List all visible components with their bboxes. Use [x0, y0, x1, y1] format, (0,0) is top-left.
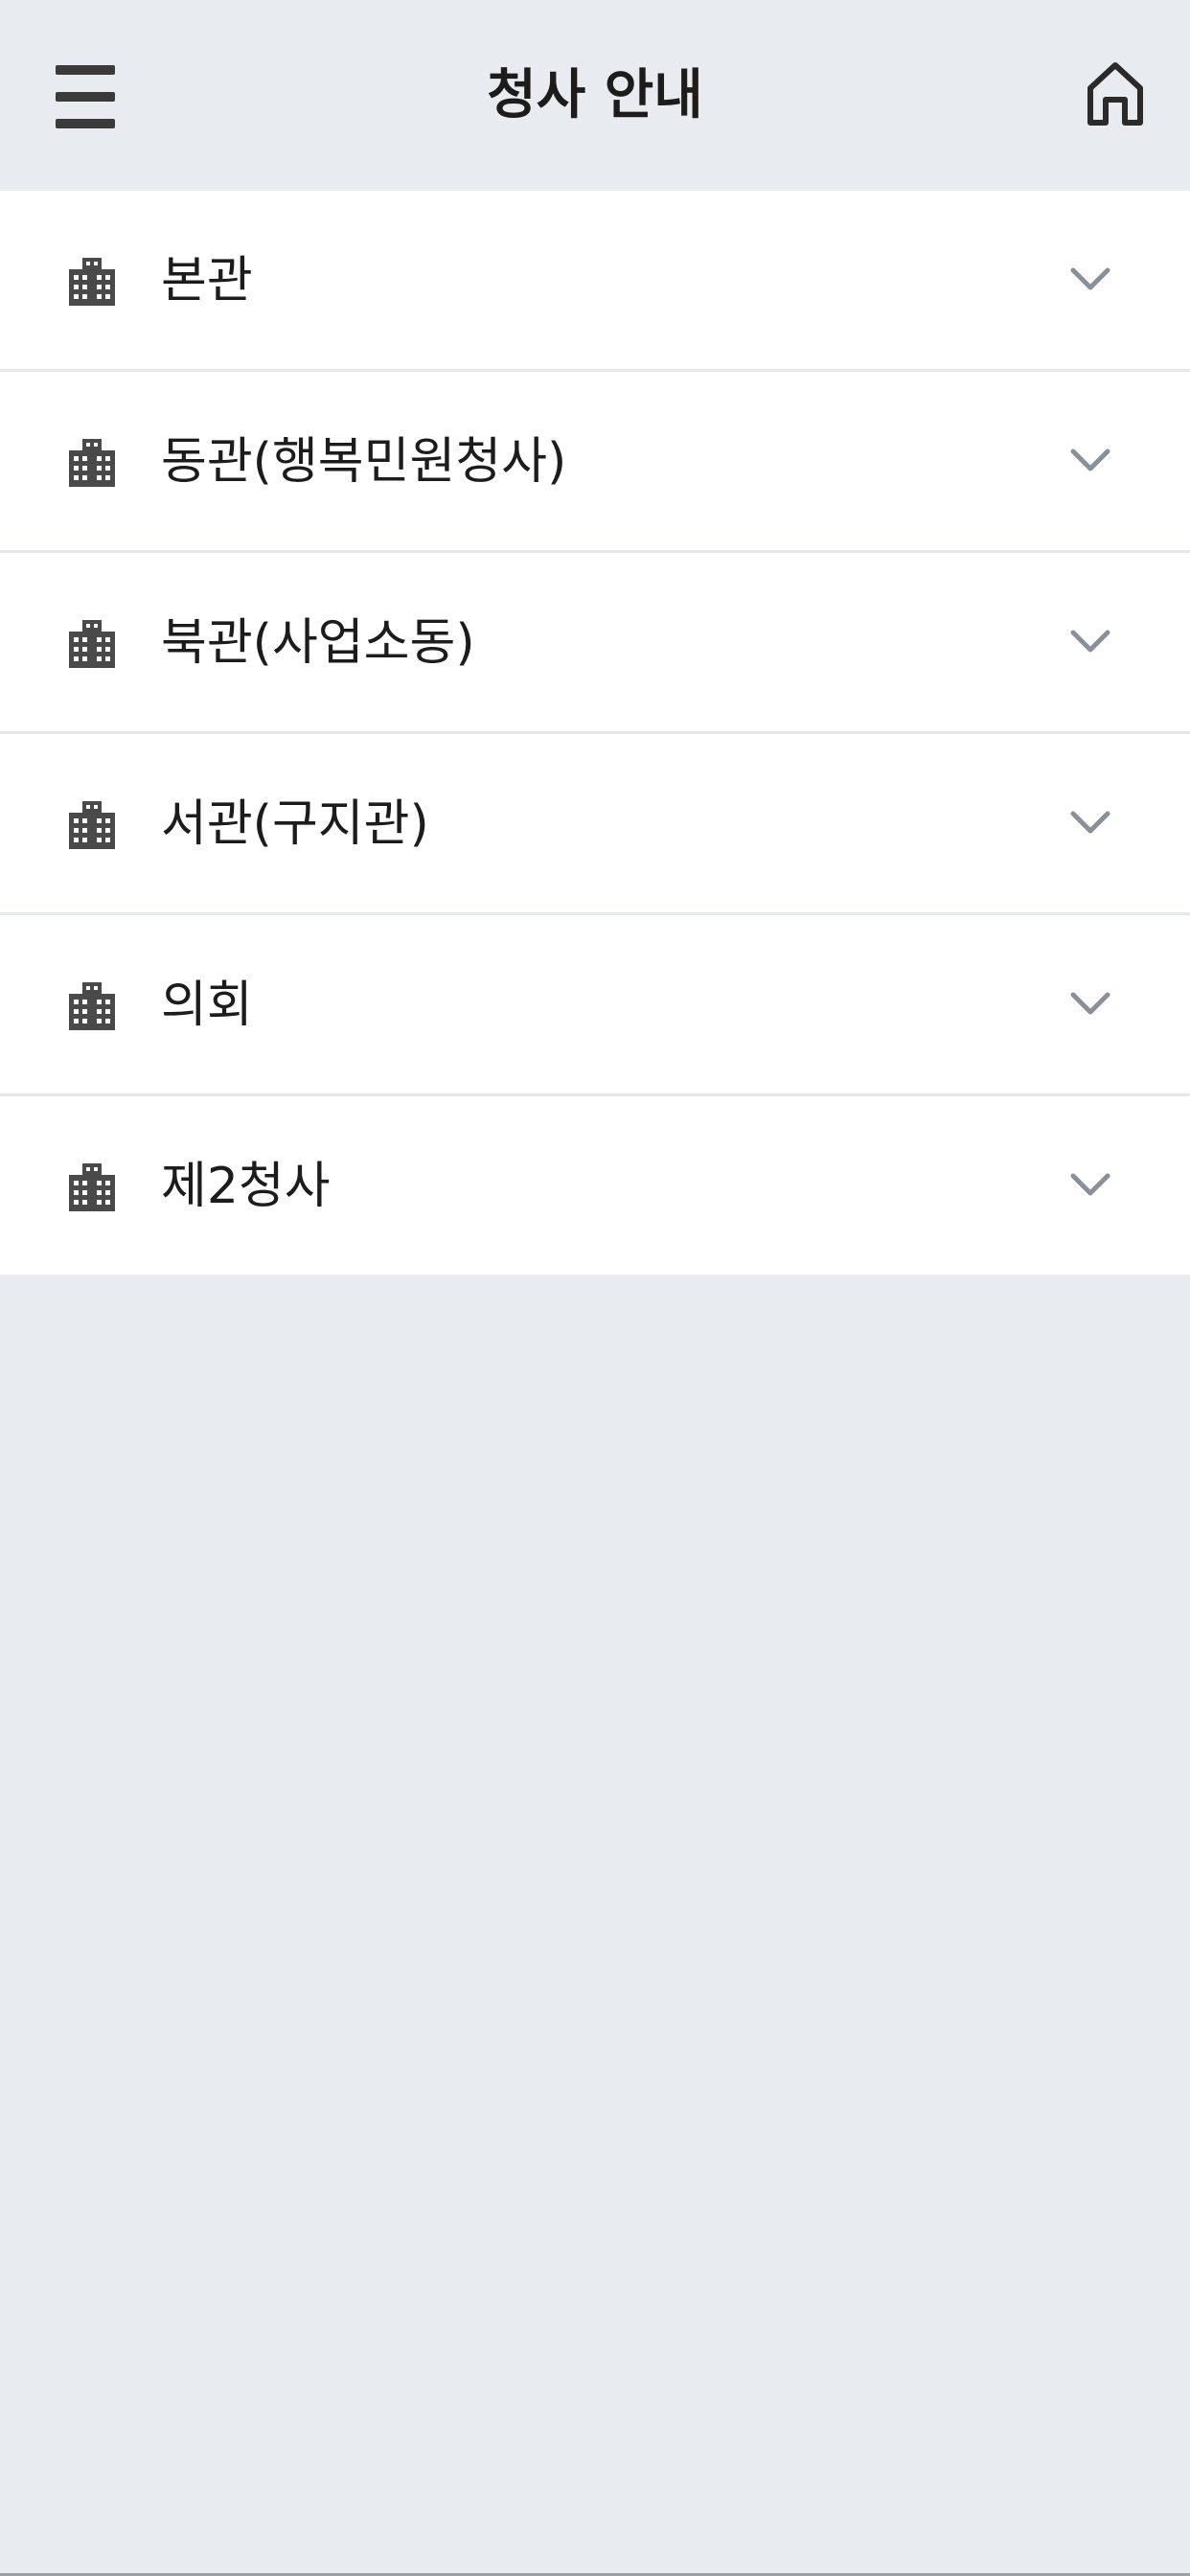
- building-label: 의회: [161, 977, 253, 1034]
- building-item-north[interactable]: 북관(사업소동): [0, 553, 1190, 734]
- building-icon: [67, 256, 117, 306]
- building-label: 본관: [161, 252, 253, 310]
- chevron-down-icon[interactable]: [1069, 447, 1111, 473]
- building-icon: [67, 980, 117, 1030]
- building-item-west[interactable]: 서관(구지관): [0, 734, 1190, 915]
- building-icon: [67, 618, 117, 668]
- building-item-council[interactable]: 의회: [0, 915, 1190, 1096]
- chevron-down-icon[interactable]: [1069, 809, 1111, 836]
- building-label: 북관(사업소동): [161, 614, 475, 672]
- building-icon: [67, 799, 117, 849]
- chevron-down-icon[interactable]: [1069, 1171, 1111, 1198]
- building-label: 서관(구지관): [161, 795, 429, 853]
- building-item-east[interactable]: 동관(행복민원청사): [0, 372, 1190, 553]
- chevron-down-icon[interactable]: [1069, 265, 1111, 292]
- building-item-second-office[interactable]: 제2청사: [0, 1096, 1190, 1275]
- page-title: 청사 안내: [487, 64, 703, 126]
- building-icon: [67, 437, 117, 487]
- app-header: 청사 안내: [0, 0, 1190, 191]
- building-item-main[interactable]: 본관: [0, 191, 1190, 372]
- building-label: 동관(행복민원청사): [161, 433, 567, 491]
- building-list: 본관 동관(행복민원청사) 북관(사업소동) 서관(구지관) 의회 제2청사: [0, 191, 1190, 1275]
- building-icon: [67, 1162, 117, 1211]
- home-icon[interactable]: [1087, 61, 1144, 126]
- building-label: 제2청사: [161, 1158, 331, 1215]
- chevron-down-icon[interactable]: [1069, 990, 1111, 1017]
- chevron-down-icon[interactable]: [1069, 628, 1111, 655]
